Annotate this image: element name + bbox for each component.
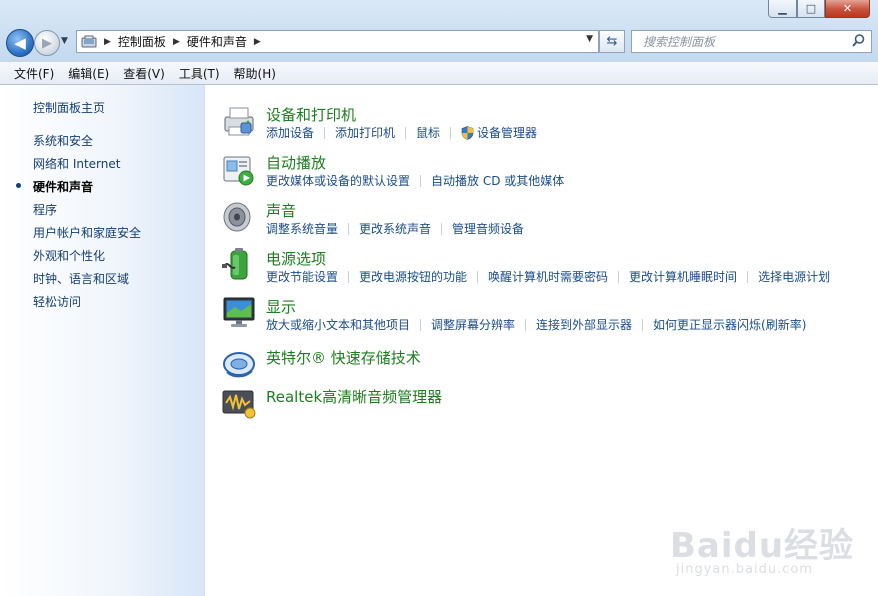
link-separator — [525, 318, 527, 331]
category-links: 放大或缩小文本和其他项目 调整屏幕分辨率 连接到外部显示器 如何更正显示器闪烁(… — [266, 316, 806, 333]
printer-icon[interactable] — [221, 103, 257, 139]
sidebar-home-link[interactable]: 控制面板主页 — [33, 99, 105, 116]
breadcrumb-separator[interactable]: ▶ — [104, 37, 111, 47]
address-history-dropdown[interactable]: ▼ — [586, 34, 593, 44]
link-text-size[interactable]: 放大或缩小文本和其他项目 — [266, 316, 410, 333]
link-autoplay-cd[interactable]: 自动播放 CD 或其他媒体 — [431, 172, 564, 189]
menu-help[interactable]: 帮助(H) — [227, 65, 283, 82]
category-title-power-options[interactable]: 电源选项 — [266, 248, 326, 269]
link-add-printer[interactable]: 添加打印机 — [335, 124, 395, 141]
sidebar-item-ease-of-access[interactable]: 轻松访问 — [33, 293, 81, 310]
sidebar-item-network[interactable]: 网络和 Internet — [33, 155, 120, 172]
category-title-autoplay[interactable]: 自动播放 — [266, 152, 326, 173]
search-input[interactable] — [641, 31, 845, 52]
current-item-bullet — [16, 183, 21, 188]
control-panel-icon — [81, 35, 97, 47]
link-power-button-function[interactable]: 更改电源按钮的功能 — [359, 268, 467, 285]
menu-tools[interactable]: 工具(T) — [172, 65, 227, 82]
link-separator — [420, 318, 422, 331]
arrow-right-icon: ▶ — [42, 35, 52, 51]
link-screen-resolution[interactable]: 调整屏幕分辨率 — [431, 316, 515, 333]
link-separator — [441, 222, 443, 235]
breadcrumb-separator[interactable]: ▶ — [173, 37, 180, 47]
watermark-brand: Baidu经验 — [670, 526, 855, 566]
menu-edit[interactable]: 编辑(E) — [61, 65, 116, 82]
link-separator — [348, 270, 350, 283]
forward-button[interactable]: ▶ — [34, 30, 60, 56]
sidebar-item-system-security[interactable]: 系统和安全 — [33, 132, 93, 149]
link-adjust-volume[interactable]: 调整系统音量 — [266, 220, 338, 237]
link-change-sounds[interactable]: 更改系统声音 — [359, 220, 431, 237]
category-links: 添加设备 添加打印机 鼠标 设备管理器 — [266, 124, 537, 141]
sidebar-item-appearance[interactable]: 外观和个性化 — [33, 247, 105, 264]
sidebar-item-clock-region[interactable]: 时钟、语言和区域 — [33, 270, 129, 287]
breadcrumb-control-panel[interactable]: 控制面板 — [118, 33, 166, 50]
menu-bar: 文件(F) 编辑(E) 查看(V) 工具(T) 帮助(H) — [0, 62, 878, 85]
realtek-audio-icon[interactable] — [221, 385, 257, 421]
link-choose-power-plan[interactable]: 选择电源计划 — [758, 268, 830, 285]
sidebar-item-user-accounts[interactable]: 用户帐户和家庭安全 — [33, 224, 141, 241]
link-separator — [477, 270, 479, 283]
battery-icon[interactable] — [221, 247, 257, 283]
refresh-button[interactable]: ⇆ — [599, 30, 625, 53]
category-links: 更改媒体或设备的默认设置 自动播放 CD 或其他媒体 — [266, 172, 564, 189]
search-box[interactable] — [631, 30, 872, 53]
link-separator — [642, 318, 644, 331]
link-separator — [348, 222, 350, 235]
navigation-pane: 控制面板主页 系统和安全 网络和 Internet 硬件和声音 程序 用户帐户和… — [0, 85, 205, 596]
refresh-icon: ⇆ — [606, 34, 618, 49]
category-links: 调整系统音量 更改系统声音 管理音频设备 — [266, 220, 524, 237]
close-button[interactable]: ✕ — [825, 0, 870, 18]
breadcrumb-separator[interactable]: ▶ — [254, 37, 261, 47]
link-wake-password[interactable]: 唤醒计算机时需要密码 — [488, 268, 608, 285]
baidu-jingyan-watermark: Baidu经验 jingyan.baidu.com — [670, 498, 870, 588]
speaker-icon[interactable] — [221, 199, 257, 235]
category-links: 更改节能设置 更改电源按钮的功能 唤醒计算机时需要密码 更改计算机睡眠时间 选择… — [266, 268, 830, 285]
link-mouse[interactable]: 鼠标 — [416, 124, 440, 141]
window-chrome: ▁ □ ✕ ◀ ▶ ▼ ▶ 控制面板 ▶ 硬件和声音 ▶ ▼ ⇆ — [0, 0, 878, 62]
back-button[interactable]: ◀ — [6, 29, 34, 57]
link-power-saving-settings[interactable]: 更改节能设置 — [266, 268, 338, 285]
watermark-url: jingyan.baidu.com — [676, 562, 813, 577]
uac-shield-icon — [461, 125, 474, 140]
sidebar-item-hardware-sound[interactable]: 硬件和声音 — [33, 178, 93, 195]
category-title-devices-printers[interactable]: 设备和打印机 — [266, 104, 356, 125]
address-bar[interactable]: ▶ 控制面板 ▶ 硬件和声音 ▶ ▼ — [76, 30, 599, 53]
link-refresh-rate[interactable]: 如何更正显示器闪烁(刷新率) — [653, 316, 806, 333]
breadcrumb-hardware-sound[interactable]: 硬件和声音 — [187, 33, 247, 50]
link-manage-audio-devices[interactable]: 管理音频设备 — [452, 220, 524, 237]
menu-file[interactable]: 文件(F) — [0, 65, 61, 82]
sidebar-item-programs[interactable]: 程序 — [33, 201, 57, 218]
link-sleep-time[interactable]: 更改计算机睡眠时间 — [629, 268, 737, 285]
link-external-display[interactable]: 连接到外部显示器 — [536, 316, 632, 333]
category-title-intel-storage[interactable]: 英特尔® 快速存储技术 — [266, 347, 421, 368]
link-separator — [405, 126, 407, 139]
menu-view[interactable]: 查看(V) — [116, 65, 172, 82]
arrow-left-icon: ◀ — [14, 34, 26, 52]
category-title-realtek-audio[interactable]: Realtek高清晰音频管理器 — [266, 386, 442, 407]
category-title-display[interactable]: 显示 — [266, 296, 296, 317]
recent-pages-dropdown[interactable]: ▼ — [61, 36, 68, 46]
link-separator — [747, 270, 749, 283]
link-separator — [324, 126, 326, 139]
search-icon[interactable] — [851, 33, 866, 48]
link-separator — [618, 270, 620, 283]
link-device-manager[interactable]: 设备管理器 — [477, 124, 537, 141]
category-title-sound[interactable]: 声音 — [266, 200, 296, 221]
monitor-icon[interactable] — [221, 295, 257, 331]
maximize-button[interactable]: □ — [797, 0, 825, 18]
minimize-button[interactable]: ▁ — [768, 0, 797, 18]
link-separator — [450, 126, 452, 139]
autoplay-icon[interactable] — [221, 151, 257, 187]
link-add-device[interactable]: 添加设备 — [266, 124, 314, 141]
link-separator — [420, 174, 422, 187]
intel-storage-icon[interactable] — [221, 346, 257, 382]
link-change-media-defaults[interactable]: 更改媒体或设备的默认设置 — [266, 172, 410, 189]
window-caption-buttons: ▁ □ ✕ — [768, 0, 870, 18]
